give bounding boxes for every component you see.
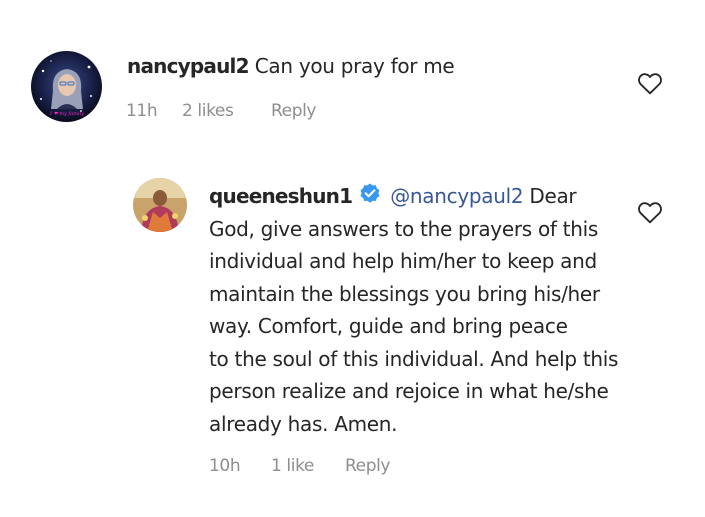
reply-text-line: already has. Amen. xyxy=(209,411,398,436)
reply-meta: 10h 1 like Reply xyxy=(209,456,390,476)
reply-text-line: Dear xyxy=(529,184,577,208)
reply-likes[interactable]: 1 like xyxy=(271,456,345,476)
heart-outline-icon xyxy=(638,202,662,224)
comment-time: 11h xyxy=(126,101,158,121)
avatar-caption: I ❤ my family xyxy=(49,111,84,117)
comment-meta: 11h 2 likes Reply xyxy=(126,101,316,121)
comment-username[interactable]: nancypaul2 xyxy=(127,54,250,78)
reply-text-line: God, give answers to the prayers of this xyxy=(209,216,598,241)
reply-line-1: queeneshun1 @nancypaul2 Dear xyxy=(209,180,629,213)
reply-like-button[interactable] xyxy=(637,200,663,224)
reply-time: 10h xyxy=(209,456,241,476)
reply-avatar-image xyxy=(133,178,187,232)
comment-body: nancypaul2 Can you pray for me xyxy=(127,50,455,83)
reply-text-line: person realize and rejoice in what he/sh… xyxy=(209,379,609,403)
comment-like-button[interactable] xyxy=(637,71,663,95)
comment-likes[interactable]: 2 likes xyxy=(182,101,271,121)
reply-text-line: maintain the blessings you bring his/her xyxy=(209,281,600,306)
reply-body: queeneshun1 @nancypaul2 Dear God, give a… xyxy=(209,180,629,440)
avatar-image: I ❤ my family xyxy=(31,51,102,122)
comment-text: Can you pray for me xyxy=(254,54,455,78)
avatar[interactable]: I ❤ my family xyxy=(31,51,102,122)
reply-text-line: to the soul of this individual. And help… xyxy=(209,346,619,371)
comment-reply-button[interactable]: Reply xyxy=(271,101,316,121)
heart-outline-icon xyxy=(638,73,662,95)
reply-avatar[interactable] xyxy=(133,178,187,232)
reply-mention[interactable]: @nancypaul2 xyxy=(390,184,523,208)
verified-badge-icon xyxy=(360,183,380,203)
reply-text-line: way. Comfort, guide and bring peace xyxy=(209,314,568,338)
reply-reply-button[interactable]: Reply xyxy=(345,456,390,476)
reply-text-line: individual and help him/her to keep and xyxy=(209,249,597,273)
reply-username[interactable]: queeneshun1 xyxy=(209,184,353,208)
